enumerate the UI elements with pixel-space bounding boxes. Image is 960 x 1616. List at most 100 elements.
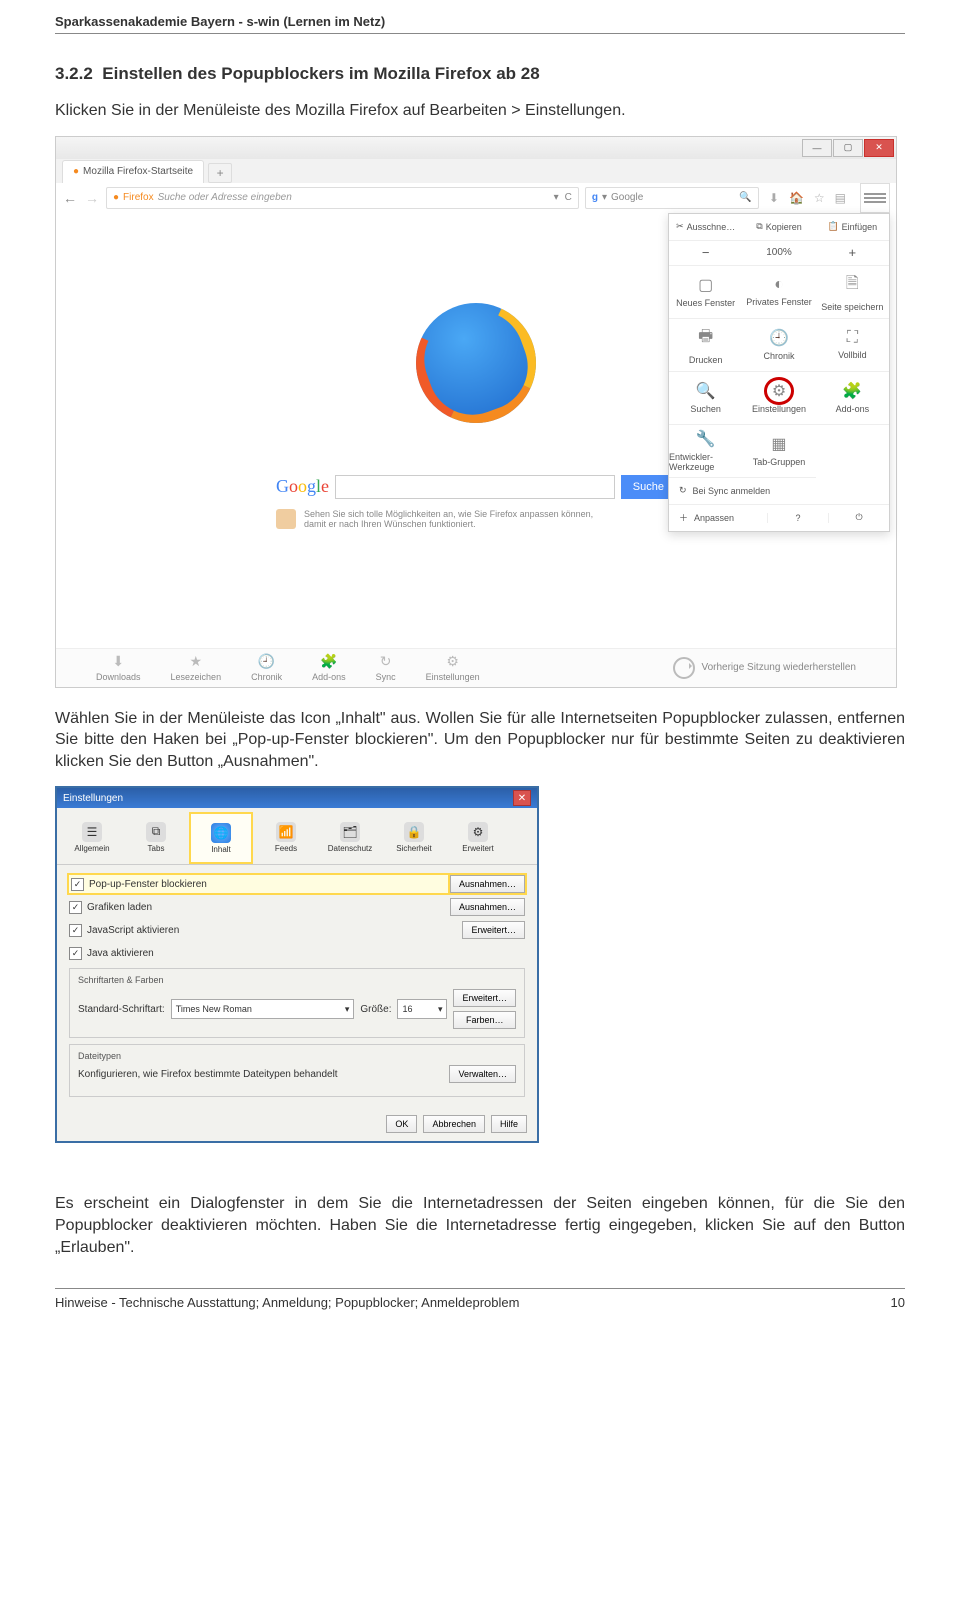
menu-item-seite-speichern[interactable]: 🗎Seite speichern <box>816 266 889 319</box>
menu-item-drucken[interactable]: 🖶Drucken <box>669 319 742 372</box>
page-header: Sparkassenakademie Bayern - s-win (Lerne… <box>55 14 905 29</box>
filetypes-legend: Dateitypen <box>78 1051 516 1061</box>
bookmark-icon[interactable]: ☆ <box>814 191 825 205</box>
dialog-close-button[interactable]: ✕ <box>513 790 531 806</box>
bb-downloads[interactable]: ⬇Downloads <box>96 653 141 682</box>
menu-item-tab-gruppen[interactable]: ▦Tab-Gruppen <box>742 425 815 478</box>
restore-icon <box>673 657 695 679</box>
back-button[interactable]: ← <box>62 190 78 206</box>
settings-dialog-screenshot: Einstellungen ✕ ☰Allgemein⧉Tabs🌐Inhalt📶F… <box>55 786 539 1143</box>
zoom-level: 100% <box>742 241 815 265</box>
robot-icon <box>276 509 296 529</box>
firefox-logo <box>416 303 536 423</box>
size-select[interactable]: 16▾ <box>397 999 447 1019</box>
puzzle-icon: 🧩 <box>320 653 337 670</box>
menu-item-einstellungen[interactable]: ⚙Einstellungen <box>742 372 815 425</box>
firefox-favicon-icon: ● <box>113 192 119 203</box>
search-input[interactable]: g▾ Google 🔍 <box>585 187 759 209</box>
google-logo: Google <box>276 476 329 497</box>
option-button[interactable]: Ausnahmen… <box>450 898 525 916</box>
plus-icon: ＋ <box>679 511 688 524</box>
paragraph-2: Wählen Sie in der Menüleiste das Icon „I… <box>55 708 905 773</box>
font-select[interactable]: Times New Roman▾ <box>171 999 355 1019</box>
downloads-icon[interactable]: ⬇ <box>769 191 779 205</box>
bb-settings[interactable]: ⚙Einstellungen <box>426 653 480 682</box>
browser-tab[interactable]: ● Mozilla Firefox-Startseite <box>62 160 204 183</box>
menu-item-privates-fenster[interactable]: ◐Privates Fenster <box>742 266 815 319</box>
window-maximize-button[interactable]: ▢ <box>833 139 863 157</box>
copy-button[interactable]: ⧉Kopieren <box>742 214 815 240</box>
window-minimize-button[interactable]: — <box>802 139 832 157</box>
cancel-button[interactable]: Abbrechen <box>423 1115 485 1133</box>
footer-separator <box>55 1288 905 1289</box>
manage-button[interactable]: Verwalten… <box>449 1065 516 1083</box>
firefox-icon: ● <box>73 166 79 177</box>
bookmarks-menu-icon[interactable]: ▤ <box>835 191 846 205</box>
bb-history[interactable]: 🕘Chronik <box>251 653 282 682</box>
gear-icon: ⚙ <box>772 381 786 401</box>
exit-button[interactable]: ⏻ <box>829 512 889 523</box>
settings-tab-feeds[interactable]: 📶Feeds <box>255 812 317 862</box>
font-advanced-button[interactable]: Erweitert… <box>453 989 516 1007</box>
restore-session-button[interactable]: Vorherige Sitzung wiederherstellen <box>673 657 856 679</box>
fonts-legend: Schriftarten & Farben <box>78 975 516 985</box>
menu-item-add-ons[interactable]: 🧩Add-ons <box>816 372 889 425</box>
clock-icon: 🕘 <box>258 653 275 670</box>
download-icon: ⬇ <box>112 653 124 670</box>
customize-button[interactable]: ＋Anpassen <box>669 511 767 524</box>
sync-icon: ↻ <box>679 485 687 496</box>
search-icon: 🔍 <box>739 192 751 203</box>
ok-button[interactable]: OK <box>386 1115 417 1133</box>
paste-button[interactable]: 📋Einfügen <box>816 214 889 240</box>
window-close-button[interactable]: ✕ <box>864 139 894 157</box>
cut-button[interactable]: ✂Ausschne… <box>669 214 742 240</box>
google-search-input[interactable] <box>335 475 615 499</box>
paragraph-3: Es erscheint ein Dialogfenster in dem Si… <box>55 1193 905 1258</box>
checkbox[interactable]: ✓ <box>69 924 82 937</box>
gear-icon: ⚙ <box>446 653 459 670</box>
settings-tab-allgemein[interactable]: ☰Allgemein <box>61 812 123 862</box>
paragraph-1: Klicken Sie in der Menüleiste des Mozill… <box>55 100 905 122</box>
colors-button[interactable]: Farben… <box>453 1011 516 1029</box>
settings-tab-inhalt[interactable]: 🌐Inhalt <box>189 812 253 864</box>
bb-addons[interactable]: 🧩Add-ons <box>312 653 346 682</box>
settings-tab-tabs[interactable]: ⧉Tabs <box>125 812 187 862</box>
star-icon: ★ <box>190 653 203 670</box>
help-button[interactable]: Hilfe <box>491 1115 527 1133</box>
menu-item-entwickler-werkzeuge[interactable]: 🔧Entwickler-Werkzeuge <box>669 425 742 478</box>
home-icon[interactable]: 🏠 <box>789 191 804 205</box>
sync-signin-button[interactable]: ↻Bei Sync anmelden <box>669 478 889 505</box>
settings-tab-erweitert[interactable]: ⚙Erweitert <box>447 812 509 862</box>
checkbox[interactable]: ✓ <box>69 947 82 960</box>
bb-bookmarks[interactable]: ★Lesezeichen <box>171 653 222 682</box>
main-menu-panel: ✂Ausschne… ⧉Kopieren 📋Einfügen − 100% + … <box>668 213 890 532</box>
google-icon: g <box>592 192 598 203</box>
new-tab-button[interactable]: + <box>208 163 232 183</box>
menu-item-suchen[interactable]: 🔍Suchen <box>669 372 742 425</box>
checkbox[interactable]: ✓ <box>69 901 82 914</box>
checkbox[interactable]: ✓ <box>71 878 84 891</box>
dialog-title: Einstellungen <box>63 793 123 804</box>
copy-icon: ⧉ <box>756 221 762 232</box>
tip-text: Sehen Sie sich tolle Möglichkeiten an, w… <box>276 509 676 529</box>
settings-tab-sicherheit[interactable]: 🔒Sicherheit <box>383 812 445 862</box>
zoom-in-button[interactable]: + <box>816 241 889 265</box>
help-button[interactable]: ? <box>767 513 829 523</box>
menu-item-vollbild[interactable]: ⛶Vollbild <box>816 319 889 372</box>
page-footer: Hinweise - Technische Ausstattung; Anmel… <box>55 1295 905 1310</box>
cut-icon: ✂ <box>676 221 684 232</box>
sync-icon: ↻ <box>380 653 392 670</box>
separator <box>55 33 905 34</box>
section-heading: 3.2.2 Einstellen des Popupblockers im Mo… <box>55 64 905 84</box>
paste-icon: 📋 <box>827 221 838 232</box>
url-input[interactable]: ● Firefox Suche oder Adresse eingeben ▾C <box>106 187 579 209</box>
bb-sync[interactable]: ↻Sync <box>376 653 396 682</box>
menu-item-chronik[interactable]: 🕘Chronik <box>742 319 815 372</box>
forward-button[interactable]: → <box>84 190 100 206</box>
option-button[interactable]: Erweitert… <box>462 921 525 939</box>
menu-item-neues-fenster[interactable]: ▢Neues Fenster <box>669 266 742 319</box>
option-button[interactable]: Ausnahmen… <box>450 875 525 893</box>
zoom-out-button[interactable]: − <box>669 241 742 265</box>
settings-tab-datenschutz[interactable]: 🗂Datenschutz <box>319 812 381 862</box>
hamburger-menu-button[interactable] <box>860 183 890 213</box>
